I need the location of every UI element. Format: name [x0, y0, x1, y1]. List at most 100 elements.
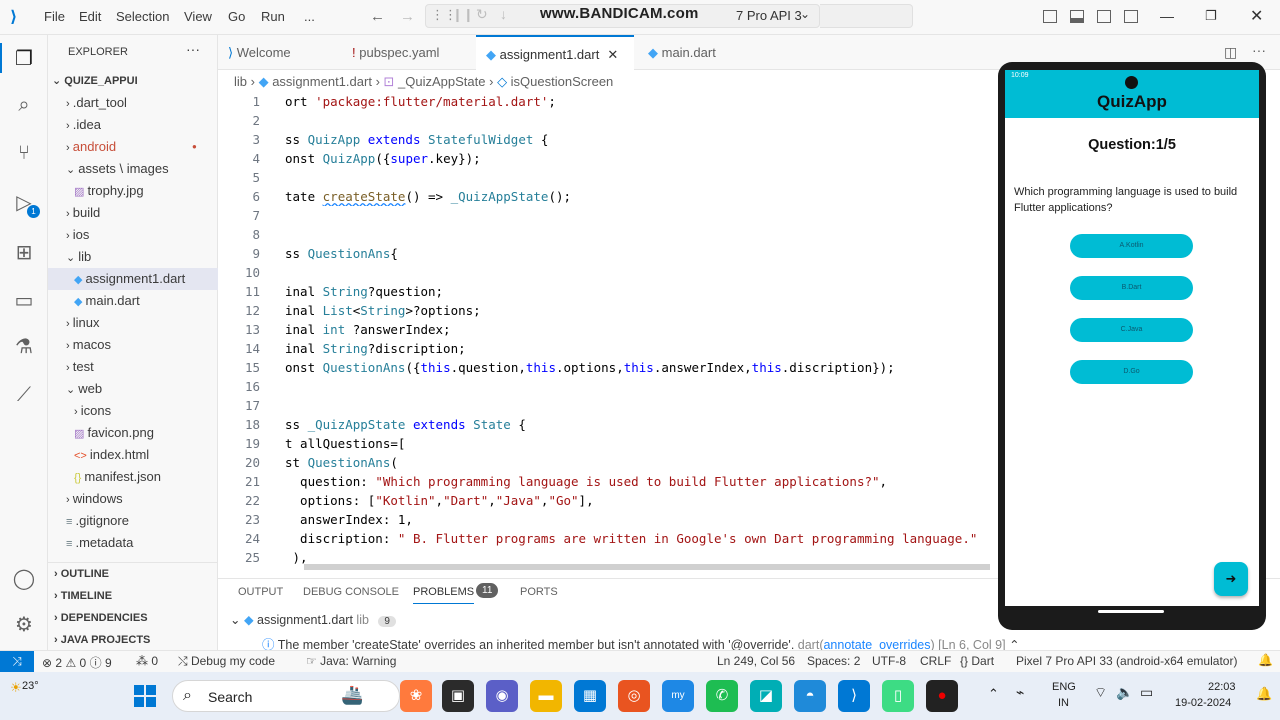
search-box[interactable] — [820, 4, 913, 28]
chevron-down-icon[interactable]: ⌄ — [800, 7, 810, 21]
remote-indicator-icon[interactable]: ⤨ — [0, 651, 34, 673]
section-outline[interactable]: › OUTLINE — [48, 563, 218, 585]
split-editor-icon[interactable]: ◫ — [1224, 44, 1237, 61]
language-region[interactable]: IN — [1058, 697, 1069, 709]
menu-more[interactable]: ... — [304, 9, 315, 24]
battery-icon[interactable]: ▭ — [1140, 684, 1153, 701]
code-line[interactable]: 4 onst QuizApp({super.key}); — [218, 149, 998, 168]
step-into-icon[interactable]: ↓ — [500, 6, 507, 22]
next-fab-button[interactable]: ➜ — [1214, 562, 1248, 596]
store-icon[interactable]: ▦ — [574, 680, 606, 712]
tab-main[interactable]: ◆ main.dart — [638, 35, 758, 70]
wifi-icon[interactable]: ⌔ — [1094, 684, 1107, 702]
language-mode[interactable]: {} Dart — [960, 654, 994, 668]
menu-go[interactable]: Go — [228, 9, 245, 24]
tree-item[interactable]: › icons — [48, 400, 218, 422]
task-view-icon[interactable]: ▣ — [442, 680, 474, 712]
testing-icon[interactable]: ⚗ — [12, 335, 36, 359]
section-timeline[interactable]: › TIMELINE — [48, 585, 218, 607]
tree-item[interactable]: <> index.html — [48, 444, 218, 466]
app-icon[interactable]: ◪ — [750, 680, 782, 712]
code-line[interactable]: 20 st QuestionAns( — [218, 453, 998, 472]
option-c-button[interactable]: C.Java — [1070, 318, 1193, 342]
code-line[interactable]: 17 — [218, 396, 998, 415]
option-a-button[interactable]: A.Kotlin — [1070, 234, 1193, 258]
settings-gear-icon[interactable]: ⚙ — [12, 613, 36, 637]
tree-item[interactable]: ≡ .gitignore — [48, 510, 218, 532]
taskbar-search[interactable]: ⌕ Search 🚢 — [172, 680, 400, 712]
code-line[interactable]: 11 inal String?question; — [218, 282, 998, 301]
search-icon[interactable]: ⌕ — [12, 93, 36, 117]
pause-icon[interactable]: ❙❙ — [452, 7, 474, 23]
close-tab-icon[interactable]: ✕ — [607, 47, 618, 62]
problems-status[interactable]: ⊗ 2 ⚠ 0 ⓘ 9 — [42, 654, 112, 671]
tree-item[interactable]: {} manifest.json — [48, 466, 218, 488]
menu-file[interactable]: File — [44, 9, 65, 24]
menu-edit[interactable]: Edit — [79, 9, 101, 24]
option-b-button[interactable]: B.Dart — [1070, 276, 1193, 300]
debug-status[interactable]: ⤭ Debug my code — [178, 654, 275, 669]
remote-explorer-icon[interactable]: ▭ — [12, 289, 36, 313]
code-line[interactable]: 22 options: ["Kotlin","Dart","Java","Go"… — [218, 491, 998, 510]
copilot-icon[interactable]: ❀ — [400, 680, 432, 712]
tree-item[interactable]: ▨ trophy.jpg — [48, 180, 218, 202]
tree-item[interactable]: › build — [48, 202, 218, 224]
customize-layout-icon[interactable] — [1124, 10, 1138, 23]
vscode-taskbar-icon[interactable]: ⟩ — [838, 680, 870, 712]
tree-item[interactable]: ◆ assignment1.dart — [48, 268, 218, 290]
source-control-icon[interactable]: ⑂ — [12, 141, 36, 165]
workspace-root[interactable]: ⌄ QUIZE_APPUI — [52, 70, 138, 92]
tree-item[interactable]: › macos — [48, 334, 218, 356]
code-line[interactable]: 7 — [218, 206, 998, 225]
panel-tab-debug-console[interactable]: DEBUG CONSOLE — [303, 586, 399, 598]
file-explorer-icon[interactable]: ▬ — [530, 680, 562, 712]
teams-icon[interactable]: ◉ — [486, 680, 518, 712]
code-line[interactable]: 14 inal String?discription; — [218, 339, 998, 358]
code-line[interactable]: 10 — [218, 263, 998, 282]
menu-run[interactable]: Run — [261, 9, 285, 24]
tree-item[interactable]: › .dart_tool — [48, 92, 218, 114]
bandicam-record-icon[interactable]: ● — [926, 680, 958, 712]
restore-icon[interactable]: ❐ — [1205, 8, 1217, 24]
device-status[interactable]: Pixel 7 Pro API 33 (android-x64 emulator… — [1016, 654, 1237, 668]
code-line[interactable]: 1 ort 'package:flutter/material.dart'; — [218, 92, 998, 111]
indentation[interactable]: Spaces: 2 — [807, 654, 860, 668]
tree-item[interactable]: › .idea — [48, 114, 218, 136]
code-line[interactable]: 8 — [218, 225, 998, 244]
tree-item[interactable]: › ios — [48, 224, 218, 246]
tree-item[interactable]: ⌄ lib — [48, 246, 218, 268]
more-actions-icon[interactable]: ··· — [186, 41, 200, 57]
chevron-up-icon[interactable]: ⌃ — [988, 686, 999, 702]
volume-icon[interactable]: 🔈 — [1116, 684, 1133, 701]
menu-selection[interactable]: Selection — [116, 9, 169, 24]
panel-tab-ports[interactable]: PORTS — [520, 586, 558, 598]
clock-date[interactable]: 19-02-2024 — [1175, 697, 1231, 709]
breadcrumb-item[interactable]: assignment1.dart — [272, 74, 372, 89]
breadcrumb-item[interactable]: _QuizAppState — [398, 74, 485, 89]
encoding[interactable]: UTF-8 — [872, 654, 906, 668]
code-line[interactable]: 12 inal List<String>?options; — [218, 301, 998, 320]
account-icon[interactable]: ◯ — [12, 567, 36, 591]
tree-item[interactable]: ⌄ assets \ images — [48, 158, 218, 180]
code-line[interactable]: 21 question: "Which programming language… — [218, 472, 998, 491]
cursor-position[interactable]: Ln 249, Col 56 — [717, 654, 795, 668]
section-dependencies[interactable]: › DEPENDENCIES — [48, 607, 218, 629]
breadcrumb-item[interactable]: isQuestionScreen — [511, 74, 614, 89]
tab-welcome[interactable]: ⟩ Welcome — [218, 35, 342, 70]
code-line[interactable]: 18 ss _QuizAppState extends State { — [218, 415, 998, 434]
forward-arrow-icon[interactable]: → — [400, 8, 415, 25]
code-line[interactable]: 3 ss QuizApp extends StatefulWidget { — [218, 130, 998, 149]
weather-temp[interactable]: 23° — [22, 680, 39, 692]
tree-item[interactable]: ▨ favicon.png — [48, 422, 218, 444]
back-arrow-icon[interactable]: ← — [370, 8, 385, 25]
network-icon[interactable]: ⌁ — [1016, 684, 1024, 701]
tree-item[interactable]: ≡ .metadata — [48, 532, 218, 554]
weather-icon[interactable]: ☀ — [10, 680, 22, 696]
language-indicator[interactable]: ENG — [1052, 681, 1076, 693]
option-d-button[interactable]: D.Go — [1070, 360, 1193, 384]
code-line[interactable]: 24 discription: " B. Flutter programs ar… — [218, 529, 998, 548]
panel-tab-output[interactable]: OUTPUT — [238, 586, 283, 598]
section-java-projects[interactable]: › JAVA PROJECTS — [48, 629, 218, 651]
code-line[interactable]: 13 inal int ?answerIndex; — [218, 320, 998, 339]
panel-tab-problems[interactable]: PROBLEMS — [413, 586, 475, 604]
